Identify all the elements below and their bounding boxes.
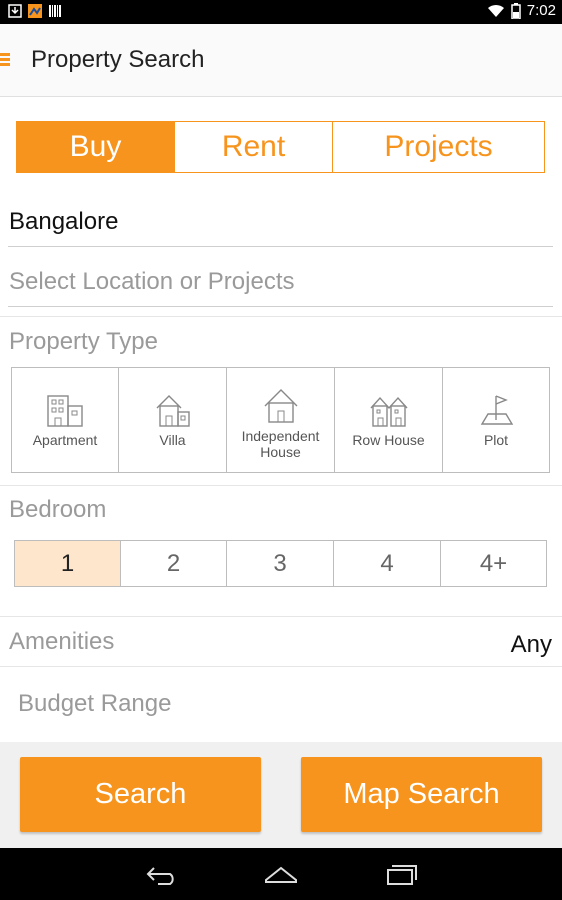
property-type-villa[interactable]: Villa [118,367,227,473]
divider [0,666,562,667]
clock: 7:02 [526,2,556,19]
home-icon[interactable] [263,862,299,886]
notification-icons [8,4,62,18]
action-bar: Search Map Search [0,742,562,848]
bedroom-label: Bedroom [9,496,107,523]
plot-icon [480,395,514,425]
map-search-button[interactable]: Map Search [301,757,542,832]
system-nav-bar [0,848,562,900]
property-type-row-house[interactable]: Row House [334,367,443,473]
bedroom-option-2[interactable]: 2 [120,540,227,587]
tab-buy[interactable]: Buy [17,122,175,172]
page-title: Property Search [31,46,205,73]
property-type-label: Property Type [9,328,158,355]
mode-tabs: Buy Rent Projects [16,121,545,173]
system-indicators: 7:02 [487,2,556,19]
divider [0,616,562,617]
divider [0,485,562,486]
search-button[interactable]: Search [20,757,261,832]
app-notification-icon [28,4,42,18]
barcode-icon [49,5,61,17]
city-underline [8,246,553,247]
property-type-label-plot: Plot [483,432,509,448]
tab-projects[interactable]: Projects [333,122,544,172]
wifi-icon [487,4,504,17]
house-icon [264,389,297,423]
property-type-independent-house[interactable]: Independent House [226,367,335,473]
tab-rent[interactable]: Rent [175,122,333,172]
property-type-plot[interactable]: Plot [442,367,550,473]
location-search-input[interactable]: Select Location or Projects [9,268,294,296]
city-field[interactable]: Bangalore [9,208,118,236]
apartment-icon [47,395,83,427]
battery-icon [511,2,521,19]
budget-range-label[interactable]: Budget Range [18,690,171,718]
property-type-label-independent-house: Independent House [241,428,320,460]
property-type-label-apartment: Apartment [32,432,98,448]
location-underline [8,306,553,307]
property-type-label-villa: Villa [159,432,186,448]
property-type-apartment[interactable]: Apartment [11,367,119,473]
divider [0,316,562,317]
amenities-value[interactable]: Any [511,631,552,659]
bedroom-option-1[interactable]: 1 [14,540,121,587]
bedroom-option-3[interactable]: 3 [226,540,334,587]
property-type-label-row-house: Row House [352,432,425,448]
recent-apps-icon[interactable] [382,862,418,886]
app-bar: Property Search [0,24,562,97]
amenities-label[interactable]: Amenities [9,628,114,656]
download-icon [8,4,22,18]
row-house-icon [369,396,408,427]
bedroom-option-4-plus[interactable]: 4+ [440,540,547,587]
status-bar: 7:02 [0,0,562,24]
back-icon[interactable] [144,862,180,886]
menu-icon[interactable] [0,53,10,67]
bedroom-option-4[interactable]: 4 [333,540,441,587]
villa-icon [156,395,190,427]
